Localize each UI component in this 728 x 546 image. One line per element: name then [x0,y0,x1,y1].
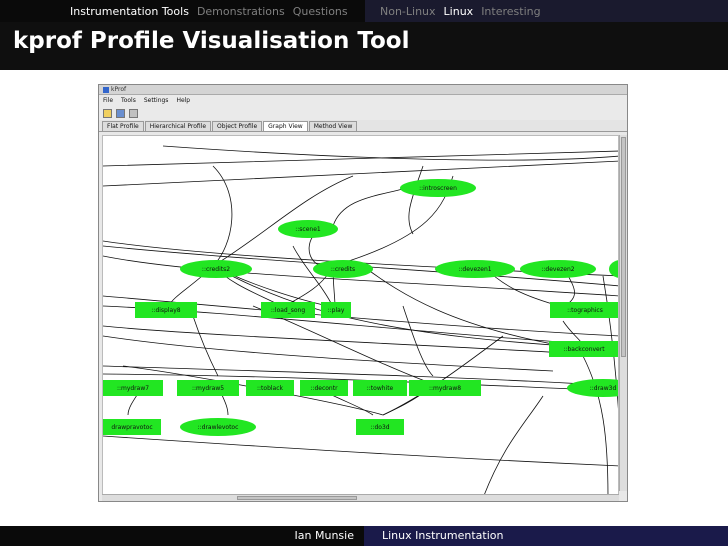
graph-edge [212,175,354,267]
vertical-scrollbar[interactable] [619,135,627,491]
node-load_song[interactable]: ::load_song [261,302,315,318]
node-label: ::devezen1 [458,266,491,273]
node-backconvert[interactable]: ::backconvert [549,341,619,357]
node-label: ::display8 [151,307,180,314]
footer-author: Ian Munsie [294,529,354,542]
node-drawlevotoc[interactable]: ::drawlevotoc [180,418,256,436]
menu-bar: File Tools Settings Help [99,95,627,106]
horizontal-scroll-thumb[interactable] [237,496,357,500]
graph-edge [483,395,544,496]
node-mydraw5[interactable]: ::mydraw5 [177,380,239,396]
tab-object-profile[interactable]: Object Profile [212,121,263,131]
graph-edge [212,165,233,267]
node-display8[interactable]: ::display8 [135,302,197,318]
tab-flat-profile[interactable]: Flat Profile [102,121,144,131]
node-label: ::load_song [271,307,305,314]
nav-demonstrations[interactable]: Demonstrations [197,5,285,18]
graph-edges [103,145,618,496]
node-credits[interactable]: ::credits [313,260,373,278]
tab-method-view[interactable]: Method View [308,121,358,131]
node-scene1[interactable]: ::scene1 [278,220,338,238]
footer-title: Linux Instrumentation [382,529,504,542]
graph-edge [382,335,504,416]
node-label: ::devezen2 [541,266,574,273]
vertical-scroll-thumb[interactable] [621,137,626,357]
graph-edge [103,335,554,372]
slide-title: kprof Profile Visualisation Tool [13,28,410,54]
node-label: ::decontr [310,385,338,392]
node-devezen1[interactable]: ::devezen1 [435,260,515,278]
node-mydraw8[interactable]: ::mydraw8 [409,380,481,396]
node-mydraw7[interactable]: ::mydraw7 [103,380,163,396]
node-drawpravotoc[interactable]: drawpravotoc [103,419,161,435]
node-label: ::backconvert [563,346,605,353]
footer-left: Ian Munsie [0,526,364,546]
toolbar [99,106,627,120]
nav-interesting[interactable]: Interesting [481,5,540,18]
graph-edge [103,160,618,187]
nav-questions[interactable]: Questions [293,5,348,18]
save-icon[interactable] [116,108,125,118]
node-decontr[interactable]: ::decontr [300,380,348,396]
window-titlebar: kProf [99,85,627,95]
node-label: ::draw3d [590,385,617,392]
kprof-window: kProf File Tools Settings Help Flat Prof… [98,84,628,502]
node-draw3d[interactable]: ::draw3d [567,379,619,397]
node-label: ::introscreen [419,185,457,192]
open-icon[interactable] [103,108,112,118]
graph-edge [192,315,219,377]
graph-edge [103,435,618,467]
menu-file[interactable]: File [103,97,113,104]
node-label: ::toblack [257,385,284,392]
node-devezen2[interactable]: ::devezen2 [520,260,596,278]
node-label: ::towhite [367,385,394,392]
graph-edge [103,150,618,167]
node-towhite[interactable]: ::towhite [353,380,407,396]
call-graph: ::introscreen ::scene1 ::credits2 ::cred… [103,145,619,496]
node-tographics[interactable]: ::tographics [550,302,619,318]
node-label: ::credits [331,266,355,273]
tab-graph-view[interactable]: Graph View [263,121,308,131]
nav-linux[interactable]: Linux [444,5,474,18]
node-label: ::mydraw5 [192,385,224,392]
nav-non-linux[interactable]: Non-Linux [380,5,436,18]
menu-settings[interactable]: Settings [144,97,169,104]
node-play[interactable]: ::play [321,302,351,318]
print-icon[interactable] [129,108,138,118]
node-label: ::tographics [567,307,603,314]
nav-sections-left: Instrumentation Tools Demonstrations Que… [70,0,356,22]
horizontal-scrollbar[interactable] [102,494,619,501]
node-label: ::credits2 [202,266,230,273]
menu-help[interactable]: Help [176,97,190,104]
node-credits2[interactable]: ::credits2 [180,260,252,278]
graph-edge [332,185,414,227]
graph-edge [408,165,424,235]
node-toblack[interactable]: ::toblack [246,380,294,396]
node-label: ::mydraw7 [117,385,149,392]
node-label: ::play [328,307,345,314]
node-label: ::do3d [370,424,389,431]
app-icon [103,86,109,93]
node-label: ::scene1 [295,226,321,233]
node-label: ::mydraw8 [429,385,461,392]
graph-canvas[interactable]: ::introscreen ::scene1 ::credits2 ::cred… [102,135,619,497]
node-label: drawpravotoc [111,424,152,431]
nav-instrumentation-tools[interactable]: Instrumentation Tools [70,5,189,18]
menu-tools[interactable]: Tools [121,97,136,104]
nav-sections-right: Non-Linux Linux Interesting [380,0,549,22]
tab-bar: Flat Profile Hierarchical Profile Object… [99,120,627,132]
footer-right: Linux Instrumentation [364,526,728,546]
node-do3d[interactable]: ::do3d [356,419,404,435]
graph-edge [103,325,618,357]
window-title: kProf [111,86,127,93]
tab-hierarchical-profile[interactable]: Hierarchical Profile [144,121,212,131]
graph-edge [402,305,434,377]
node-introscreen[interactable]: ::introscreen [400,179,476,197]
graph-edge [582,355,609,496]
node-label: ::drawlevotoc [198,424,239,431]
